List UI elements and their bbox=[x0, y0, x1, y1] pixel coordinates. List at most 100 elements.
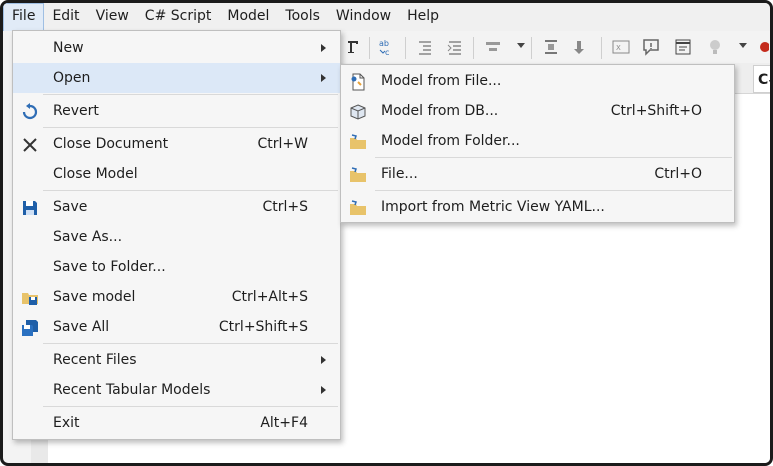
menu-help[interactable]: Help bbox=[399, 3, 447, 31]
warning-icon[interactable] bbox=[641, 37, 661, 57]
script-icon[interactable] bbox=[343, 37, 363, 57]
menu-item-label: Recent Tabular Models bbox=[53, 382, 211, 398]
menu-item-model-from-folder[interactable]: Model from Folder... bbox=[341, 126, 734, 156]
menu-item-model-from-db[interactable]: Model from DB... Ctrl+Shift+O bbox=[341, 96, 734, 126]
align-dropdown-icon[interactable] bbox=[517, 43, 525, 48]
menu-item-shortcut: Ctrl+S bbox=[262, 199, 308, 215]
menu-item-label: Model from Folder... bbox=[381, 133, 520, 149]
model-db-icon bbox=[349, 102, 367, 120]
menu-item-label: Close Document bbox=[53, 136, 169, 152]
folder-open-icon bbox=[349, 198, 367, 216]
menu-item-open[interactable]: Open bbox=[13, 63, 340, 93]
menu-item-shortcut: Ctrl+W bbox=[257, 136, 308, 152]
open-submenu: Model from File... Model from DB... Ctrl… bbox=[340, 64, 735, 223]
menu-item-label: Import from Metric View YAML... bbox=[381, 199, 605, 215]
spell-check-icon[interactable]: ab c bbox=[377, 37, 397, 57]
menu-model[interactable]: Model bbox=[219, 3, 277, 31]
menu-item-save-model[interactable]: Save model Ctrl+Alt+S bbox=[13, 282, 340, 312]
collapse-icon[interactable] bbox=[541, 37, 561, 57]
menu-separator bbox=[43, 406, 338, 407]
folder-open-icon bbox=[349, 132, 367, 150]
menu-csharp-script[interactable]: C# Script bbox=[137, 3, 220, 31]
menu-edit[interactable]: Edit bbox=[44, 3, 87, 31]
menu-item-import-metric-view[interactable]: Import from Metric View YAML... bbox=[341, 192, 734, 222]
outdent-icon[interactable] bbox=[445, 37, 465, 57]
submenu-arrow-icon bbox=[321, 44, 326, 52]
toolbar-separator bbox=[473, 37, 474, 59]
menu-item-close-document[interactable]: Close Document Ctrl+W bbox=[13, 129, 340, 159]
console-icon[interactable]: X bbox=[611, 37, 631, 57]
svg-text:ab: ab bbox=[379, 39, 389, 48]
menu-item-label: File... bbox=[381, 166, 418, 182]
menu-item-label: Save All bbox=[53, 319, 110, 335]
menu-item-label: Revert bbox=[53, 103, 99, 119]
menu-item-recent-files[interactable]: Recent Files bbox=[13, 345, 340, 375]
menu-item-close-model[interactable]: Close Model bbox=[13, 159, 340, 189]
menu-separator bbox=[43, 127, 338, 128]
menu-item-shortcut: Ctrl+Shift+O bbox=[610, 103, 702, 119]
menu-item-label: Save As... bbox=[53, 229, 123, 245]
menu-separator bbox=[43, 94, 338, 95]
menu-item-shortcut: Alt+F4 bbox=[260, 415, 308, 431]
menu-item-label: Model from DB... bbox=[381, 103, 499, 119]
menu-item-exit[interactable]: Exit Alt+F4 bbox=[13, 408, 340, 438]
menu-item-shortcut: Ctrl+Alt+S bbox=[231, 289, 308, 305]
menu-item-model-from-file[interactable]: Model from File... bbox=[341, 66, 734, 96]
save-model-icon bbox=[21, 288, 39, 306]
svg-text:c: c bbox=[385, 48, 389, 57]
menu-bar: File Edit View C# Script Model Tools Win… bbox=[3, 3, 770, 31]
menu-item-label: Model from File... bbox=[381, 73, 502, 89]
app-window: File Edit View C# Script Model Tools Win… bbox=[0, 0, 773, 466]
menu-item-label: Recent Files bbox=[53, 352, 137, 368]
document-tab[interactable]: C# bbox=[753, 65, 770, 93]
record-icon[interactable] bbox=[757, 37, 770, 57]
indent-icon[interactable] bbox=[415, 37, 435, 57]
menu-item-save-to-folder[interactable]: Save to Folder... bbox=[13, 252, 340, 282]
save-all-icon bbox=[21, 318, 39, 336]
toolbar-separator bbox=[531, 37, 532, 59]
menu-item-label: Exit bbox=[53, 415, 80, 431]
toolbar-separator bbox=[601, 37, 602, 59]
menu-item-label: New bbox=[53, 40, 84, 56]
menu-item-revert[interactable]: Revert bbox=[13, 96, 340, 126]
align-icon[interactable] bbox=[483, 37, 503, 57]
menu-view[interactable]: View bbox=[88, 3, 137, 31]
menu-item-label: Close Model bbox=[53, 166, 138, 182]
toolbar-separator bbox=[405, 37, 406, 59]
menu-item-shortcut: Ctrl+Shift+S bbox=[218, 319, 308, 335]
lightbulb-icon[interactable] bbox=[705, 37, 725, 57]
menu-tools[interactable]: Tools bbox=[277, 3, 328, 31]
lightbulb-dropdown-icon[interactable] bbox=[739, 43, 747, 48]
menu-item-recent-tabular-models[interactable]: Recent Tabular Models bbox=[13, 375, 340, 405]
menu-item-file[interactable]: File... Ctrl+O bbox=[341, 159, 734, 189]
svg-text:X: X bbox=[616, 44, 621, 52]
menu-item-label: Save bbox=[53, 199, 88, 215]
menu-item-label: Save to Folder... bbox=[53, 259, 166, 275]
menu-item-save[interactable]: Save Ctrl+S bbox=[13, 192, 340, 222]
window-icon[interactable] bbox=[673, 37, 693, 57]
menu-item-label: Open bbox=[53, 70, 91, 86]
menu-item-save-all[interactable]: Save All Ctrl+Shift+S bbox=[13, 312, 340, 342]
toolbar: ab c X bbox=[333, 31, 770, 64]
submenu-arrow-icon bbox=[321, 74, 326, 82]
model-file-icon bbox=[349, 72, 367, 91]
menu-separator bbox=[375, 190, 732, 191]
revert-icon bbox=[21, 102, 39, 120]
submenu-arrow-icon bbox=[321, 386, 326, 394]
menu-separator bbox=[43, 190, 338, 191]
folder-open-icon bbox=[349, 165, 367, 183]
toolbar-separator bbox=[369, 37, 370, 59]
submenu-arrow-icon bbox=[321, 356, 326, 364]
menu-file[interactable]: File bbox=[3, 3, 45, 31]
close-icon bbox=[21, 135, 39, 153]
menu-item-new[interactable]: New bbox=[13, 33, 340, 63]
menu-separator bbox=[375, 157, 732, 158]
menu-separator bbox=[43, 343, 338, 344]
menu-item-label: Save model bbox=[53, 289, 136, 305]
save-icon bbox=[21, 198, 39, 216]
file-menu: New Open Revert Close Document Ctrl+W Cl… bbox=[12, 30, 341, 440]
menu-window[interactable]: Window bbox=[328, 3, 399, 31]
menu-item-save-as[interactable]: Save As... bbox=[13, 222, 340, 252]
move-down-icon[interactable] bbox=[571, 37, 591, 57]
menu-item-shortcut: Ctrl+O bbox=[654, 166, 702, 182]
